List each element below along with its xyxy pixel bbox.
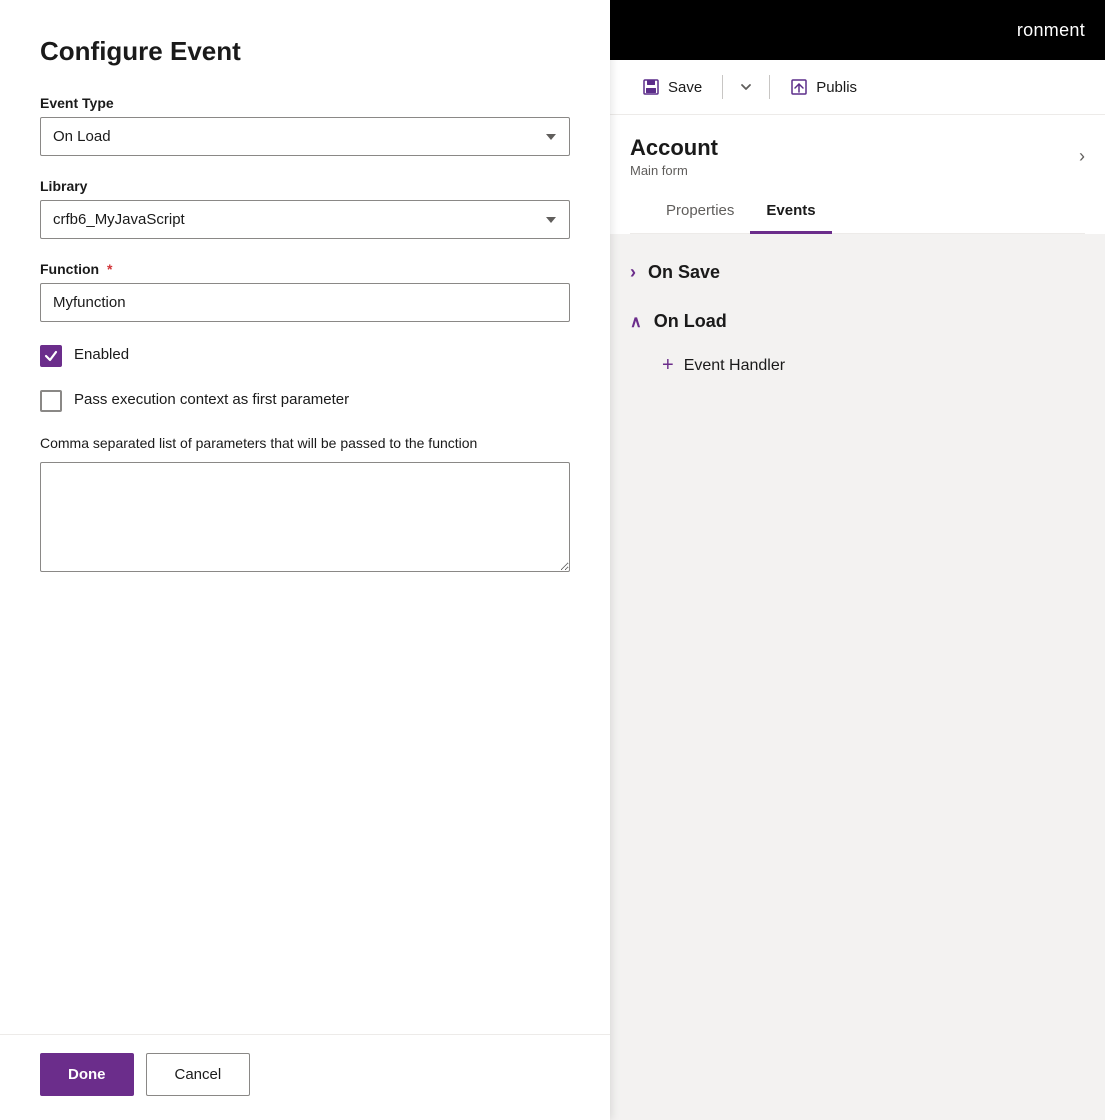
events-content: › On Save ∧ On Load + Event Handler (610, 234, 1105, 407)
tab-events[interactable]: Events (750, 190, 831, 234)
done-button[interactable]: Done (40, 1053, 134, 1096)
event-type-label: Event Type (40, 95, 570, 111)
enabled-row: Enabled (40, 344, 570, 367)
dialog-title: Configure Event (40, 36, 570, 67)
event-type-select[interactable]: On Load On Save On Change (40, 117, 570, 156)
publish-label: Publis (816, 79, 857, 96)
toolbar-divider (722, 75, 723, 99)
account-section: Account Main form › Properties Events (610, 115, 1105, 234)
publish-button[interactable]: Publis (778, 70, 869, 104)
toolbar-divider-2 (769, 75, 770, 99)
plus-icon: + (662, 354, 674, 377)
pass-context-label: Pass execution context as first paramete… (74, 389, 349, 410)
right-header: ronment (610, 0, 1105, 60)
save-button[interactable]: Save (630, 70, 714, 104)
function-input[interactable] (40, 283, 570, 322)
on-load-section: ∧ On Load + Event Handler (630, 299, 1085, 387)
save-icon (642, 78, 660, 96)
on-load-header[interactable]: ∧ On Load (630, 299, 1085, 344)
save-dropdown-button[interactable] (731, 72, 761, 102)
on-save-header[interactable]: › On Save (630, 250, 1085, 295)
on-load-chevron-icon: ∧ (630, 312, 642, 332)
account-name: Account (630, 135, 718, 161)
required-marker: * (103, 261, 112, 277)
add-handler-label: Event Handler (684, 357, 785, 375)
enabled-label: Enabled (74, 344, 129, 365)
library-select[interactable]: crfb6_MyJavaScript (40, 200, 570, 239)
account-expand-icon[interactable]: › (1079, 146, 1085, 167)
chevron-down-icon (739, 80, 753, 94)
params-label: Comma separated list of parameters that … (40, 434, 570, 454)
event-type-group: Event Type On Load On Save On Change (40, 95, 570, 156)
account-info: Account Main form (630, 135, 718, 178)
library-select-wrapper: crfb6_MyJavaScript (40, 200, 570, 239)
event-type-select-wrapper: On Load On Save On Change (40, 117, 570, 156)
right-panel: ronment Save Publis (610, 0, 1105, 1120)
tabs-row: Properties Events (630, 190, 1085, 234)
tab-properties[interactable]: Properties (650, 190, 750, 234)
function-label: Function * (40, 261, 570, 277)
cancel-button[interactable]: Cancel (146, 1053, 251, 1096)
on-load-title: On Load (654, 311, 727, 332)
save-label: Save (668, 79, 702, 96)
function-group: Function * (40, 261, 570, 322)
params-textarea[interactable] (40, 462, 570, 572)
header-partial-title: ronment (1017, 20, 1085, 41)
library-group: Library crfb6_MyJavaScript (40, 178, 570, 239)
library-label: Library (40, 178, 570, 194)
configure-event-dialog: Configure Event Event Type On Load On Sa… (0, 0, 610, 1120)
publish-icon (790, 78, 808, 96)
enabled-checkbox[interactable] (40, 345, 62, 367)
account-subtitle: Main form (630, 163, 718, 178)
toolbar: Save Publis (610, 60, 1105, 115)
pass-context-checkbox[interactable] (40, 390, 62, 412)
params-group: Comma separated list of parameters that … (40, 434, 570, 577)
on-save-section: › On Save (630, 250, 1085, 295)
on-save-title: On Save (648, 262, 720, 283)
dialog-content: Configure Event Event Type On Load On Sa… (0, 0, 610, 1034)
add-event-handler-row[interactable]: + Event Handler (630, 344, 1085, 387)
account-header: Account Main form › (630, 135, 1085, 190)
on-save-chevron-icon: › (630, 262, 636, 283)
dialog-footer: Done Cancel (0, 1034, 610, 1120)
pass-context-row: Pass execution context as first paramete… (40, 389, 570, 412)
